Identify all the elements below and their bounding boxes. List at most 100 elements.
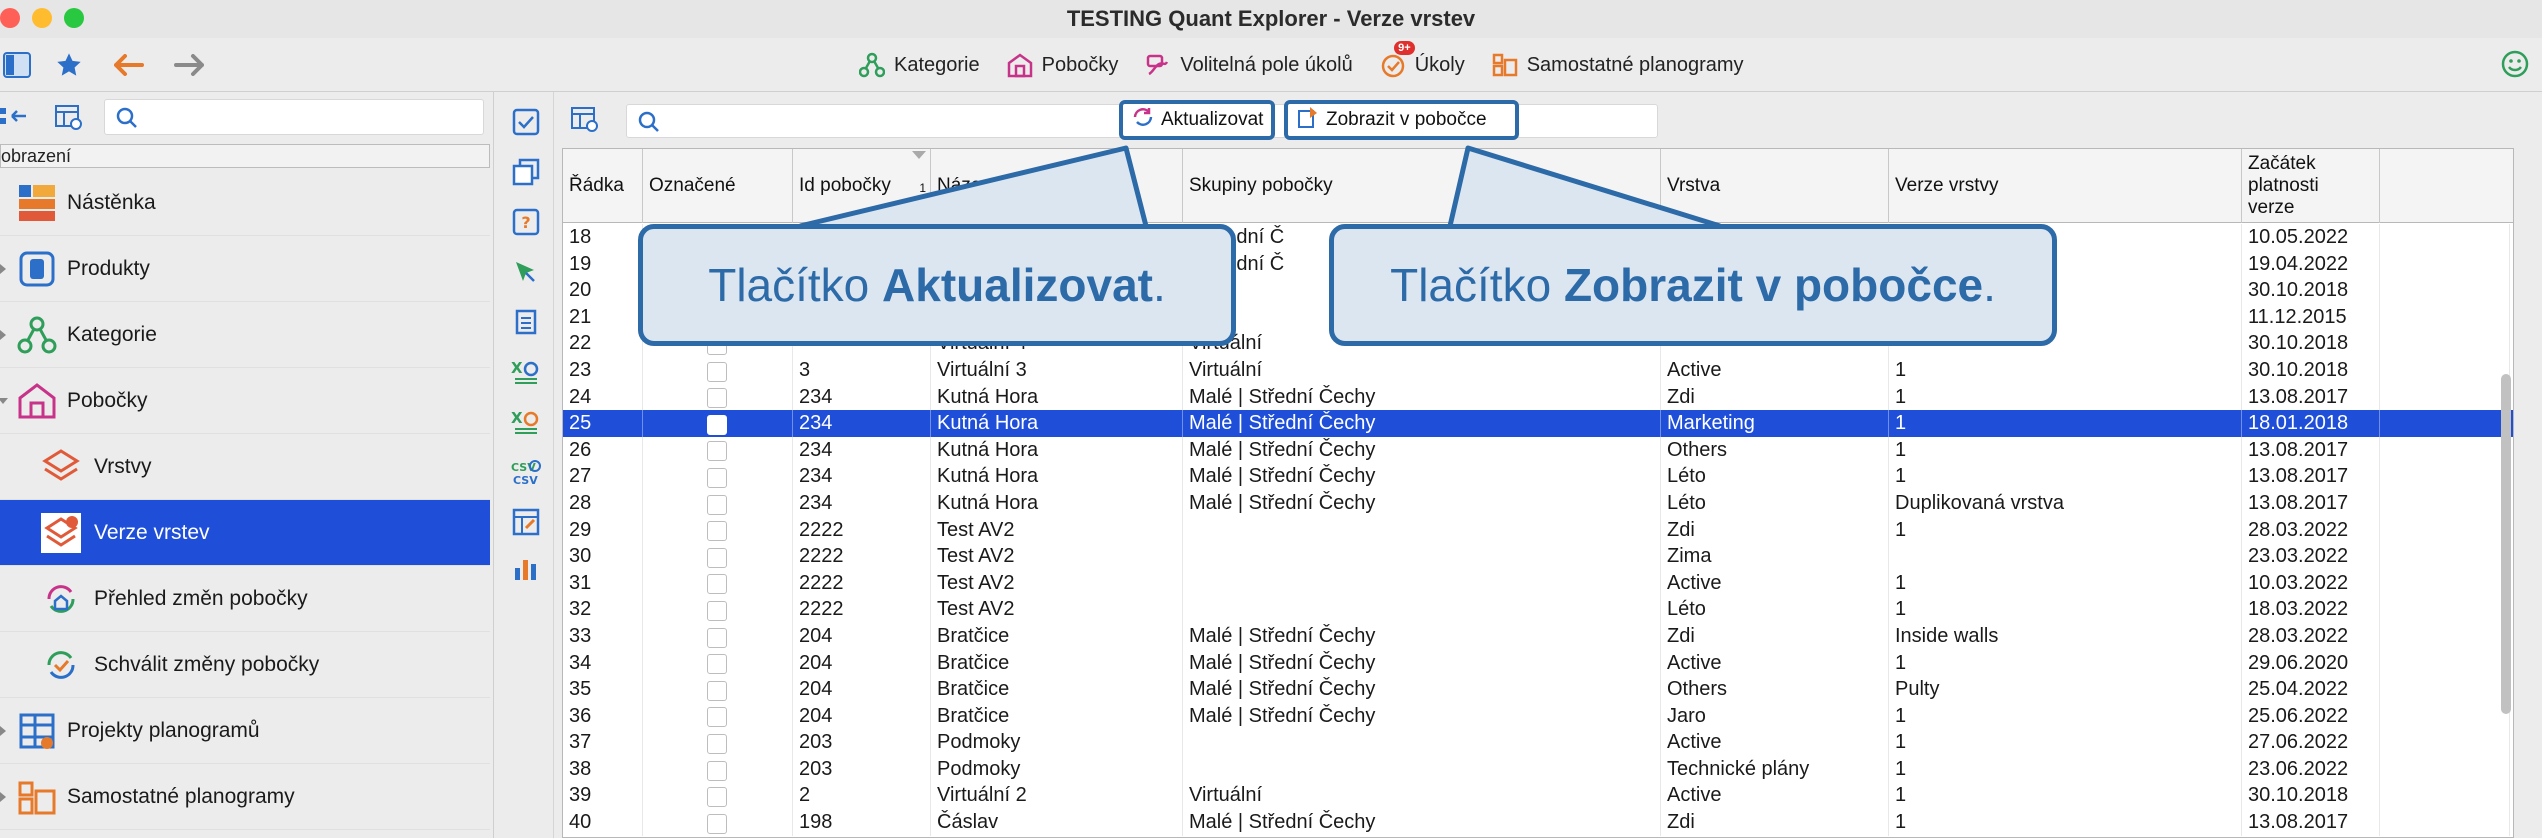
cursor-select-icon[interactable] <box>510 256 542 288</box>
table-row[interactable]: 27 234 Kutná Hora Malé | Střední Čechy Léto 1… <box>563 463 2513 490</box>
toolbar-item-category[interactable]: Kategorie <box>858 51 980 79</box>
sidebar-item-stores[interactable]: Pobočky <box>0 368 490 434</box>
feedback-smiley-icon[interactable] <box>2500 49 2530 79</box>
marked-cell[interactable] <box>643 622 793 650</box>
table-row[interactable]: 38 203 Podmoky Technické plány 1 23.06.2022 <box>563 755 2513 783</box>
column-header-marked[interactable]: Označené <box>643 149 793 223</box>
toolbar-item-planograms[interactable]: Samostatné planogramy <box>1491 51 1744 79</box>
column-header-store-name[interactable]: Název pobočky <box>931 149 1183 223</box>
marked-cell[interactable] <box>643 782 793 810</box>
sidebar-item-products[interactable]: Produkty <box>0 236 490 302</box>
marked-cell[interactable] <box>643 410 793 437</box>
marked-checkbox[interactable] <box>707 707 727 728</box>
marked-checkbox[interactable] <box>707 388 727 409</box>
marked-checkbox[interactable] <box>707 734 727 754</box>
marked-cell[interactable] <box>643 489 793 517</box>
document-list-icon[interactable] <box>510 306 542 338</box>
table-settings-icon[interactable] <box>54 102 84 137</box>
marked-checkbox[interactable] <box>707 414 727 435</box>
sidebar-item-dashboard[interactable]: Nástěnka <box>0 170 490 236</box>
table-row[interactable]: 30 2222 Test AV2 Zima 23.03.2022 <box>563 543 2513 570</box>
column-header-valid-from[interactable]: Začátek platnosti verze <box>2242 149 2380 223</box>
column-header-row[interactable]: Řádka <box>563 149 643 223</box>
marked-checkbox[interactable] <box>707 547 727 568</box>
sidebar-item-planogram-projects[interactable]: Projekty planogramů <box>0 698 490 764</box>
marked-checkbox[interactable] <box>707 601 727 622</box>
marked-cell[interactable] <box>643 436 793 464</box>
marked-checkbox[interactable] <box>707 787 727 808</box>
sidebar-search-input[interactable] <box>104 99 484 135</box>
marked-cell[interactable] <box>643 463 793 490</box>
excel-import-icon[interactable]: X <box>510 406 542 438</box>
table-row[interactable]: 25 234 Kutná Hora Malé | Střední Čechy Marke… <box>563 410 2513 437</box>
marked-checkbox[interactable] <box>707 468 727 489</box>
marked-checkbox[interactable] <box>707 654 727 675</box>
marked-checkbox[interactable] <box>707 760 727 781</box>
marked-cell[interactable] <box>643 649 793 677</box>
forward-arrow-icon[interactable] <box>172 48 206 82</box>
update-button[interactable]: Aktualizovat <box>1119 100 1275 140</box>
marked-checkbox[interactable] <box>707 361 727 382</box>
column-header-layer-version[interactable]: Verze vrstvy <box>1889 149 2242 223</box>
marked-checkbox[interactable] <box>707 521 727 542</box>
show-in-store-button[interactable]: Zobrazit v pobočce <box>1284 100 1519 140</box>
table-row[interactable]: 26 234 Kutná Hora Malé | Střední Čechy Other… <box>563 436 2513 464</box>
toolbar-item-optional-fields[interactable]: Volitelná pole úkolů <box>1144 51 1353 79</box>
sidebar-item-store-changes[interactable]: Přehled změn pobočky <box>0 566 490 632</box>
column-header-layer[interactable]: Vrstva <box>1661 149 1889 223</box>
back-arrow-icon[interactable] <box>112 48 146 82</box>
vertical-scrollbar[interactable] <box>2501 374 2511 714</box>
marked-cell[interactable] <box>643 676 793 703</box>
favorites-star-icon[interactable] <box>52 48 86 82</box>
marked-checkbox[interactable] <box>707 441 727 462</box>
marked-cell[interactable] <box>643 569 793 597</box>
toolbar-item-stores[interactable]: Pobočky <box>1006 51 1118 79</box>
sidebar-item-layer-versions[interactable]: Verze vrstev <box>0 500 490 566</box>
table-row[interactable]: 34 204 Bratčice Malé | Střední Čechy Active 1… <box>563 649 2513 677</box>
table-row[interactable]: 29 2222 Test AV2 Zdi 1 28.03.2022 <box>563 516 2513 544</box>
marked-checkbox[interactable] <box>707 813 727 834</box>
table-edit-icon[interactable] <box>510 506 542 538</box>
collapse-tree-icon[interactable] <box>0 102 30 137</box>
marked-cell[interactable] <box>643 809 793 836</box>
column-header-store-groups[interactable]: Skupiny pobočky <box>1183 149 1661 223</box>
sidebar-item-category[interactable]: Kategorie <box>0 302 490 368</box>
marked-cell[interactable] <box>643 516 793 544</box>
table-cell: 24 <box>563 383 643 411</box>
marked-checkbox[interactable] <box>707 680 727 701</box>
copy-icon[interactable] <box>510 156 542 188</box>
sidebar-toggle-icon[interactable] <box>0 48 34 82</box>
column-header-store-id[interactable]: Id pobočky 1 <box>793 149 931 223</box>
table-row[interactable]: 33 204 Bratčice Malé | Střední Čechy Zdi Insi… <box>563 622 2513 650</box>
chart-icon[interactable] <box>510 552 542 584</box>
table-row[interactable]: 23 3 Virtuální 3 Virtuální Active 1 30.10.2018 <box>563 356 2513 384</box>
table-row[interactable]: 35 204 Bratčice Malé | Střední Čechy Others P… <box>563 676 2513 703</box>
toolbar-item-tasks[interactable]: 9+ Úkoly <box>1379 41 1465 79</box>
table-row[interactable]: 36 204 Bratčice Malé | Střední Čechy Jaro 1 25… <box>563 702 2513 730</box>
table-row[interactable]: 40 198 Čáslav Malé | Střední Čechy Zdi 1 13.08… <box>563 809 2513 836</box>
excel-export-icon[interactable]: X <box>510 356 542 388</box>
marked-cell[interactable] <box>643 543 793 570</box>
table-row[interactable]: 32 2222 Test AV2 Léto 1 18.03.2022 <box>563 596 2513 623</box>
sidebar-item-approve-changes[interactable]: Schválit změny pobočky <box>0 632 490 698</box>
csv-export-icon[interactable]: CSV CSV <box>510 456 542 488</box>
table-row[interactable]: 31 2222 Test AV2 Active 1 10.03.2022 <box>563 569 2513 597</box>
marked-checkbox[interactable] <box>707 627 727 648</box>
help-icon[interactable]: ? <box>510 206 542 238</box>
select-all-icon[interactable] <box>510 106 542 138</box>
marked-cell[interactable] <box>643 356 793 384</box>
marked-checkbox[interactable] <box>707 574 727 595</box>
marked-checkbox[interactable] <box>707 494 727 515</box>
marked-cell[interactable] <box>643 702 793 730</box>
table-row[interactable]: 24 234 Kutná Hora Malé | Střední Čechy Zdi 1 1… <box>563 383 2513 411</box>
marked-cell[interactable] <box>643 596 793 623</box>
table-row[interactable]: 39 2 Virtuální 2 Virtuální Active 1 30.10.2018 <box>563 782 2513 810</box>
sidebar-item-planograms[interactable]: Samostatné planogramy <box>0 764 490 830</box>
marked-cell[interactable] <box>643 755 793 783</box>
table-row[interactable]: 28 234 Kutná Hora Malé | Střední Čechy Léto D… <box>563 489 2513 517</box>
sidebar-item-layers[interactable]: Vrstvy <box>0 434 490 500</box>
marked-cell[interactable] <box>643 729 793 756</box>
marked-cell[interactable] <box>643 383 793 411</box>
table-settings-icon[interactable] <box>570 104 600 139</box>
table-row[interactable]: 37 203 Podmoky Active 1 27.06.2022 <box>563 729 2513 756</box>
